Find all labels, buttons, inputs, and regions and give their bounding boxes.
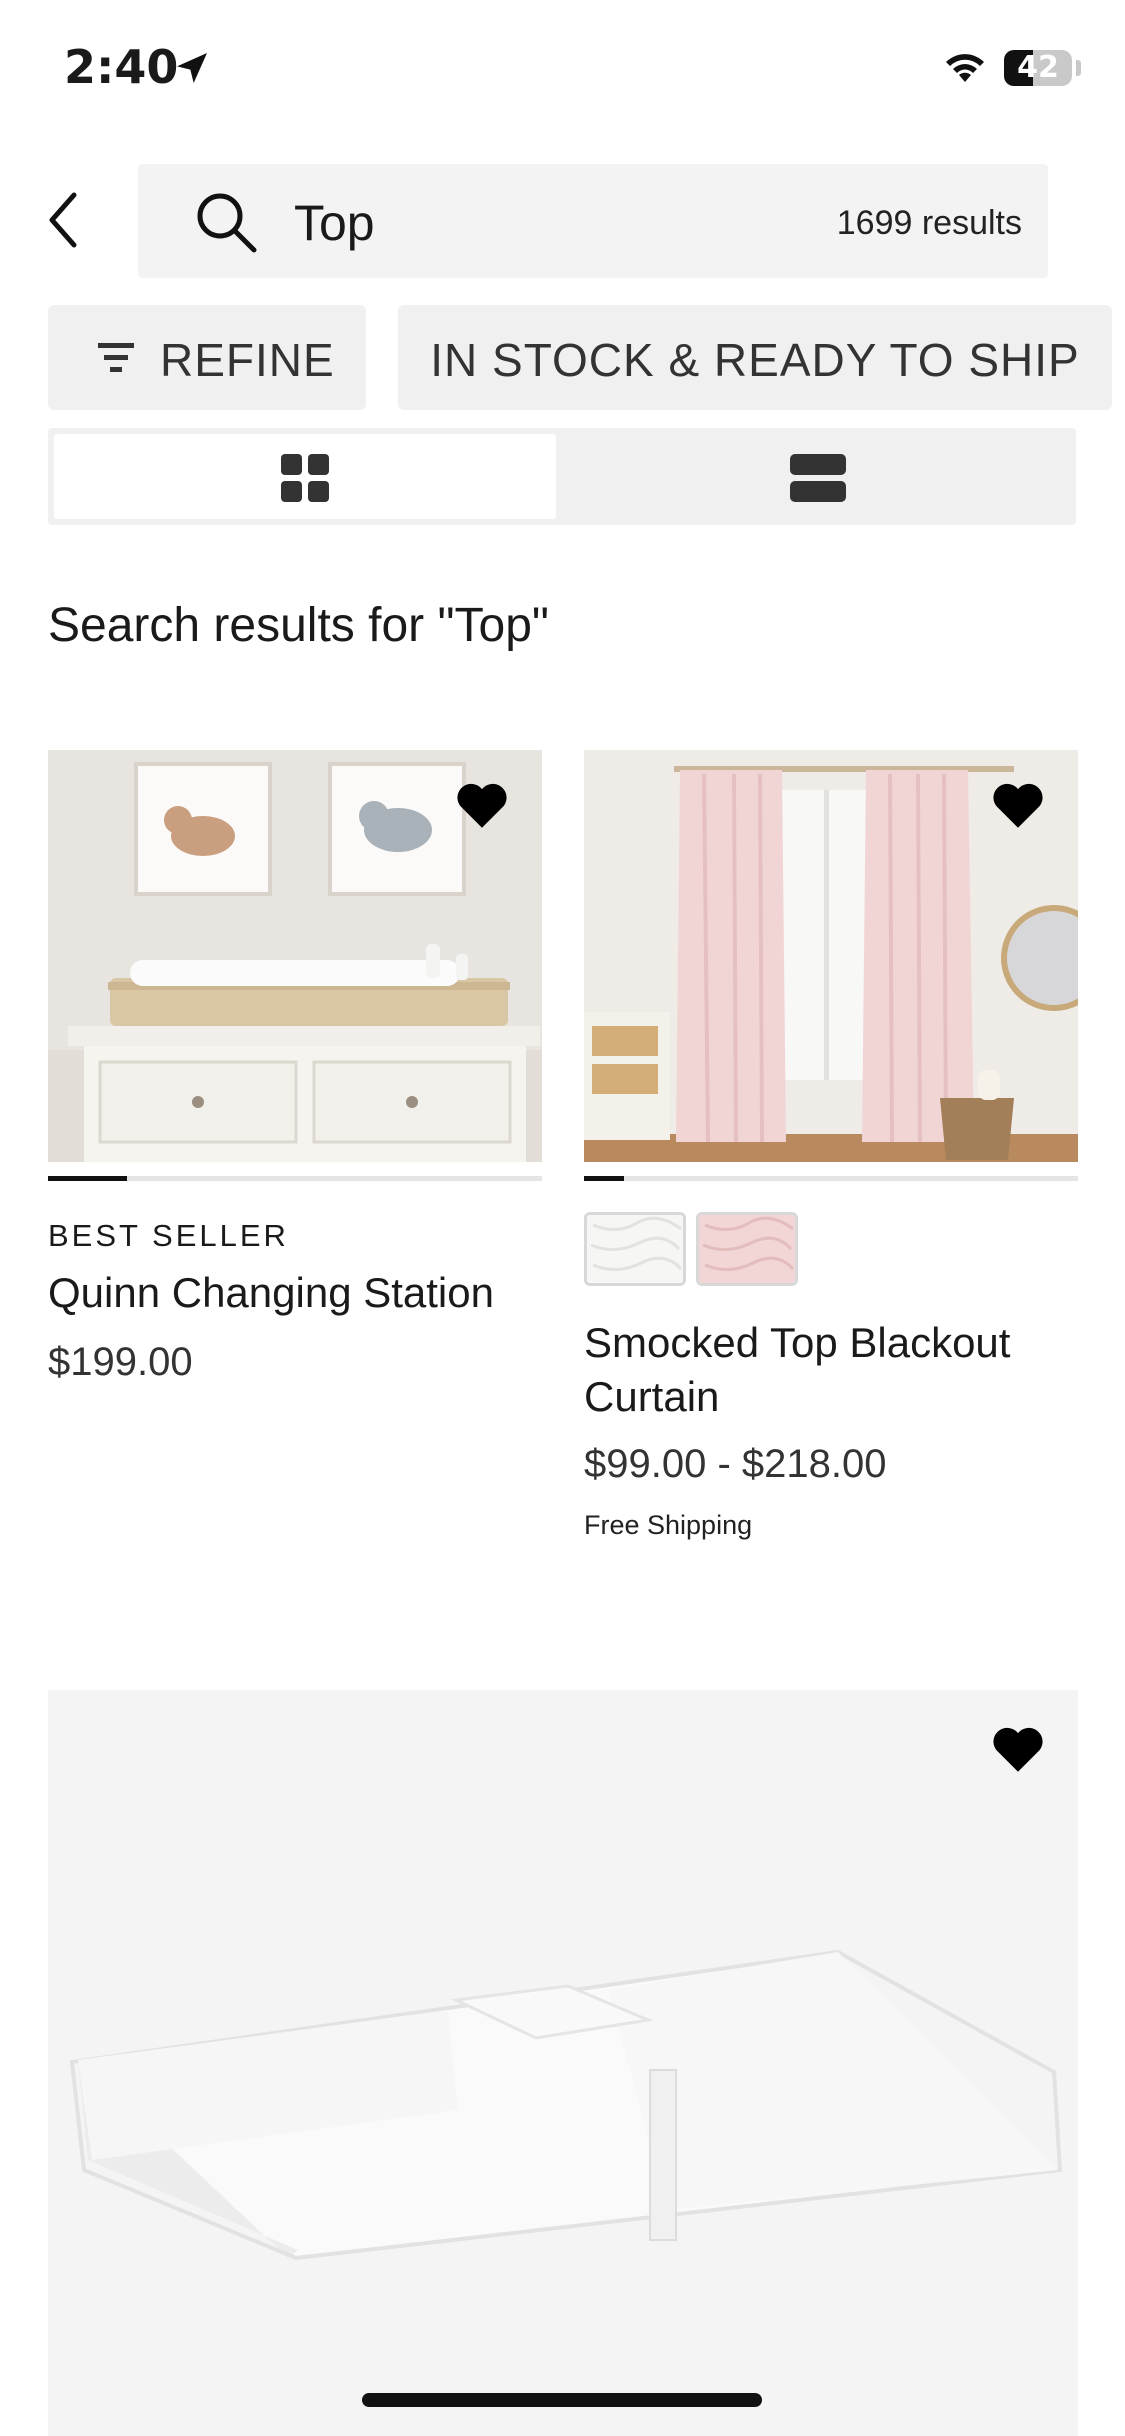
free-shipping-label: Free Shipping: [584, 1510, 753, 1540]
changing-pad-photo: [48, 1690, 1078, 2436]
status-time: 2:40: [64, 40, 179, 94]
favorite-heart-icon[interactable]: [454, 780, 510, 830]
refine-label: REFINE: [160, 334, 335, 386]
product-name[interactable]: Smocked Top Blackout Curtain: [584, 1316, 1084, 1424]
filter-icon: [98, 343, 134, 372]
image-carousel-progress: [584, 1176, 1078, 1181]
in-stock-filter-label: IN STOCK & READY TO SHIP: [430, 334, 1080, 386]
favorite-heart-icon[interactable]: [990, 1724, 1046, 1774]
product-image-curtain[interactable]: [584, 750, 1078, 1162]
pink-swatch-texture: [699, 1215, 795, 1283]
back-button[interactable]: [40, 185, 90, 255]
image-carousel-progress: [48, 1176, 542, 1181]
list-view-icon: [790, 454, 846, 502]
in-stock-filter-button[interactable]: IN STOCK & READY TO SHIP: [398, 305, 1112, 410]
color-swatch-white[interactable]: [584, 1212, 686, 1286]
product-image-changing-pad[interactable]: [48, 1690, 1078, 2436]
list-view-tab[interactable]: [562, 434, 1070, 519]
view-toggle: [48, 428, 1076, 525]
best-seller-badge: BEST SELLER: [48, 1218, 289, 1253]
refine-button[interactable]: REFINE: [48, 305, 366, 410]
results-count: 1699 results: [836, 204, 1022, 242]
image-carousel-progress-fill: [584, 1176, 624, 1181]
image-carousel-progress-fill: [48, 1176, 128, 1181]
product-name[interactable]: Quinn Changing Station: [48, 1266, 548, 1320]
product-image-changing-station[interactable]: [48, 750, 542, 1162]
white-swatch-texture: [587, 1215, 683, 1283]
search-query-text: Top: [294, 195, 375, 251]
product-price: $199.00: [48, 1340, 193, 1384]
location-arrow-icon: [177, 53, 207, 83]
grid-view-tab[interactable]: [54, 434, 556, 519]
home-indicator: [362, 2393, 762, 2407]
search-input[interactable]: Top 1699 results: [138, 164, 1048, 278]
product-price: $99.00 - $218.00: [584, 1442, 887, 1486]
results-heading: Search results for "Top": [48, 599, 549, 652]
wifi-icon: [946, 54, 984, 82]
battery-cap: [1076, 60, 1081, 76]
color-swatch-pink[interactable]: [696, 1212, 798, 1286]
grid-view-icon: [281, 454, 329, 502]
battery-icon: 42: [1004, 50, 1072, 86]
battery-level: 42: [1017, 50, 1059, 85]
search-icon: [197, 193, 257, 253]
favorite-heart-icon[interactable]: [990, 780, 1046, 830]
